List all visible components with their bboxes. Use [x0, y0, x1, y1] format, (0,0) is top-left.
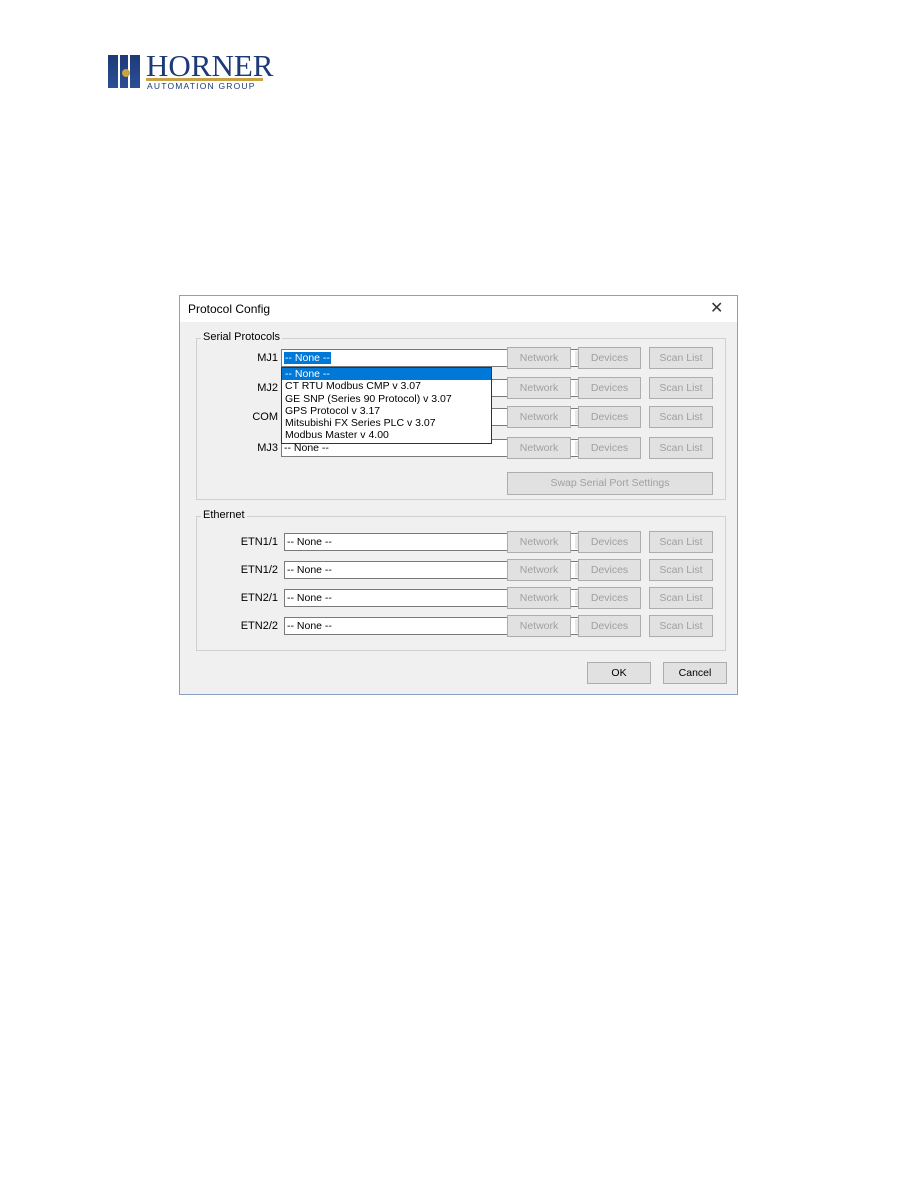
dialog-title: Protocol Config	[188, 302, 271, 316]
scan-list-button[interactable]: Scan List	[649, 531, 713, 553]
network-button[interactable]: Network	[507, 587, 571, 609]
port-label: ETN2/2	[240, 620, 278, 632]
devices-button[interactable]: Devices	[578, 559, 641, 581]
dropdown-option[interactable]: Modbus Master v 4.00	[282, 429, 491, 441]
network-button[interactable]: Network	[507, 347, 571, 369]
serial-protocols-label: Serial Protocols	[201, 331, 283, 343]
devices-button[interactable]: Devices	[578, 347, 641, 369]
devices-button[interactable]: Devices	[578, 615, 641, 637]
scan-list-button[interactable]: Scan List	[649, 406, 713, 428]
devices-button[interactable]: Devices	[578, 531, 641, 553]
scan-list-button[interactable]: Scan List	[649, 377, 713, 399]
port-label: ETN1/1	[240, 536, 278, 548]
network-button[interactable]: Network	[507, 406, 571, 428]
dropdown-option[interactable]: GPS Protocol v 3.17	[282, 405, 491, 417]
port-label: MJ2	[257, 382, 278, 394]
devices-button[interactable]: Devices	[578, 587, 641, 609]
network-button[interactable]: Network	[507, 615, 571, 637]
port-label: COM	[252, 411, 278, 423]
port-label: MJ3	[257, 442, 278, 454]
title-bar: Protocol Config ✕	[180, 296, 737, 322]
cancel-button[interactable]: Cancel	[663, 662, 727, 684]
protocol-dropdown-list[interactable]: -- None -- CT RTU Modbus CMP v 3.07 GE SNP…	[281, 367, 492, 444]
dropdown-option[interactable]: CT RTU Modbus CMP v 3.07	[282, 380, 491, 392]
selected-value: -- None --	[284, 352, 331, 364]
horner-logo-mark	[108, 55, 140, 88]
port-label: MJ1	[257, 352, 278, 364]
swap-serial-port-settings-button[interactable]: Swap Serial Port Settings	[507, 472, 713, 495]
network-button[interactable]: Network	[507, 437, 571, 459]
logo-name: HORNER	[146, 48, 274, 83]
network-button[interactable]: Network	[507, 559, 571, 581]
ethernet-label: Ethernet	[201, 509, 247, 521]
selected-value: -- None --	[287, 536, 332, 548]
protocol-config-dialog: Protocol Config ✕ Serial Protocols MJ1 -…	[179, 295, 738, 695]
dropdown-option[interactable]: GE SNP (Series 90 Protocol) v 3.07	[282, 393, 491, 405]
selected-value: -- None --	[287, 592, 332, 604]
devices-button[interactable]: Devices	[578, 406, 641, 428]
dropdown-option[interactable]: Mitsubishi FX Series PLC v 3.07	[282, 417, 491, 429]
scan-list-button[interactable]: Scan List	[649, 587, 713, 609]
network-button[interactable]: Network	[507, 531, 571, 553]
scan-list-button[interactable]: Scan List	[649, 615, 713, 637]
dropdown-option[interactable]: -- None --	[282, 368, 491, 381]
scan-list-button[interactable]: Scan List	[649, 347, 713, 369]
port-label: ETN2/1	[240, 592, 278, 604]
network-button[interactable]: Network	[507, 377, 571, 399]
scan-list-button[interactable]: Scan List	[649, 559, 713, 581]
close-icon[interactable]: ✕	[710, 298, 723, 318]
logo-tagline: AUTOMATION GROUP	[147, 81, 256, 91]
selected-value: -- None --	[287, 620, 332, 632]
port-label: ETN1/2	[240, 564, 278, 576]
scan-list-button[interactable]: Scan List	[649, 437, 713, 459]
ok-button[interactable]: OK	[587, 662, 651, 684]
selected-value: -- None --	[287, 564, 332, 576]
devices-button[interactable]: Devices	[578, 377, 641, 399]
devices-button[interactable]: Devices	[578, 437, 641, 459]
